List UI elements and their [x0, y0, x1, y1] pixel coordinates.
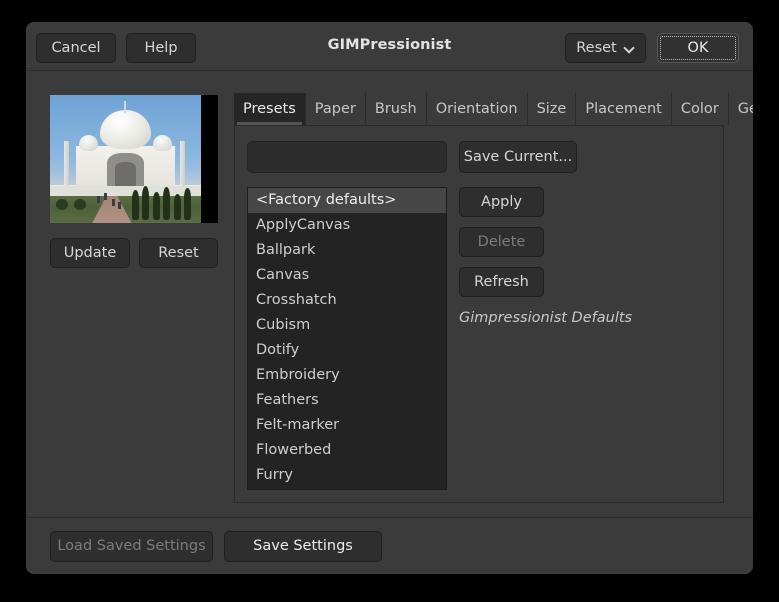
tab-presets[interactable]: Presets — [234, 93, 306, 125]
dialog-titlebar: Cancel Help GIMPressionist Reset OK — [26, 22, 753, 71]
delete-button: Delete — [459, 227, 544, 257]
apply-button[interactable]: Apply — [459, 187, 544, 217]
save-settings-button[interactable]: Save Settings — [224, 531, 382, 562]
gimpressionist-dialog: Cancel Help GIMPressionist Reset OK Upda… — [26, 22, 753, 574]
preview-tree — [152, 192, 160, 221]
list-item[interactable]: Canvas — [248, 263, 446, 288]
preview-tree — [142, 185, 150, 221]
preview-tree — [173, 193, 181, 221]
preview-small-dome-left — [78, 134, 99, 152]
list-item[interactable]: Felt-marker — [248, 413, 446, 438]
tab-placement[interactable]: Placement — [576, 93, 672, 125]
presets-panel: Save Current... Apply Delete Refresh Gim… — [234, 126, 724, 503]
preview-minaret-right — [179, 141, 185, 186]
load-saved-settings-button: Load Saved Settings — [50, 531, 213, 562]
preview-small-dome-right — [152, 134, 173, 152]
reset-preview-button[interactable]: Reset — [139, 238, 218, 268]
preview-tree — [184, 188, 192, 221]
list-item[interactable]: Dotify — [248, 338, 446, 363]
tab-general[interactable]: General — [728, 93, 753, 125]
preview-figure — [104, 192, 108, 200]
preset-description: Gimpressionist Defaults — [459, 310, 633, 326]
chevron-down-icon — [624, 43, 635, 54]
reset-dropdown-label: Reset — [576, 39, 617, 56]
list-item[interactable]: <Factory defaults> — [248, 188, 446, 213]
settings-notebook: Presets Paper Brush Orientation Size Pla… — [234, 93, 753, 503]
preview-minaret-left — [63, 141, 69, 186]
list-item[interactable]: Flowerbed — [248, 438, 446, 463]
tab-paper[interactable]: Paper — [305, 93, 366, 125]
tab-color[interactable]: Color — [671, 93, 729, 125]
preview-figure — [117, 201, 121, 209]
save-current-button[interactable]: Save Current... — [459, 141, 577, 173]
preview-tree — [163, 187, 171, 221]
preview-empty-strip — [201, 95, 218, 223]
list-item[interactable]: Furry — [248, 463, 446, 488]
update-preview-button[interactable]: Update — [50, 238, 130, 268]
list-item[interactable]: Crosshatch — [248, 288, 446, 313]
list-item[interactable]: ApplyCanvas — [248, 213, 446, 238]
refresh-button[interactable]: Refresh — [459, 267, 544, 297]
tab-brush[interactable]: Brush — [365, 93, 427, 125]
list-item[interactable]: Embroidery — [248, 363, 446, 388]
preview-spire — [124, 101, 127, 113]
dialog-body: Update Reset Presets Paper Brush Orienta… — [26, 71, 753, 574]
presets-list[interactable]: <Factory defaults> ApplyCanvas Ballpark … — [247, 187, 447, 490]
preview-archway — [107, 152, 144, 187]
reset-dropdown-button[interactable]: Reset — [565, 33, 646, 63]
list-item[interactable]: Cubism — [248, 313, 446, 338]
list-item[interactable]: Feathers — [248, 388, 446, 413]
preview-bush — [56, 198, 69, 211]
dialog-footer: Load Saved Settings Save Settings — [26, 517, 753, 574]
tab-size[interactable]: Size — [527, 93, 577, 125]
tab-orientation[interactable]: Orientation — [426, 93, 528, 125]
preview-figure — [96, 195, 100, 203]
preview-area[interactable] — [50, 95, 218, 223]
preset-name-input[interactable] — [247, 141, 447, 173]
preview-main-dome — [99, 110, 152, 149]
preview-image[interactable] — [50, 95, 201, 223]
notebook-tabbar: Presets Paper Brush Orientation Size Pla… — [234, 93, 753, 126]
list-item[interactable]: Ballpark — [248, 238, 446, 263]
preview-tree — [131, 189, 139, 221]
preview-figure — [111, 199, 115, 207]
ok-button[interactable]: OK — [657, 33, 739, 63]
